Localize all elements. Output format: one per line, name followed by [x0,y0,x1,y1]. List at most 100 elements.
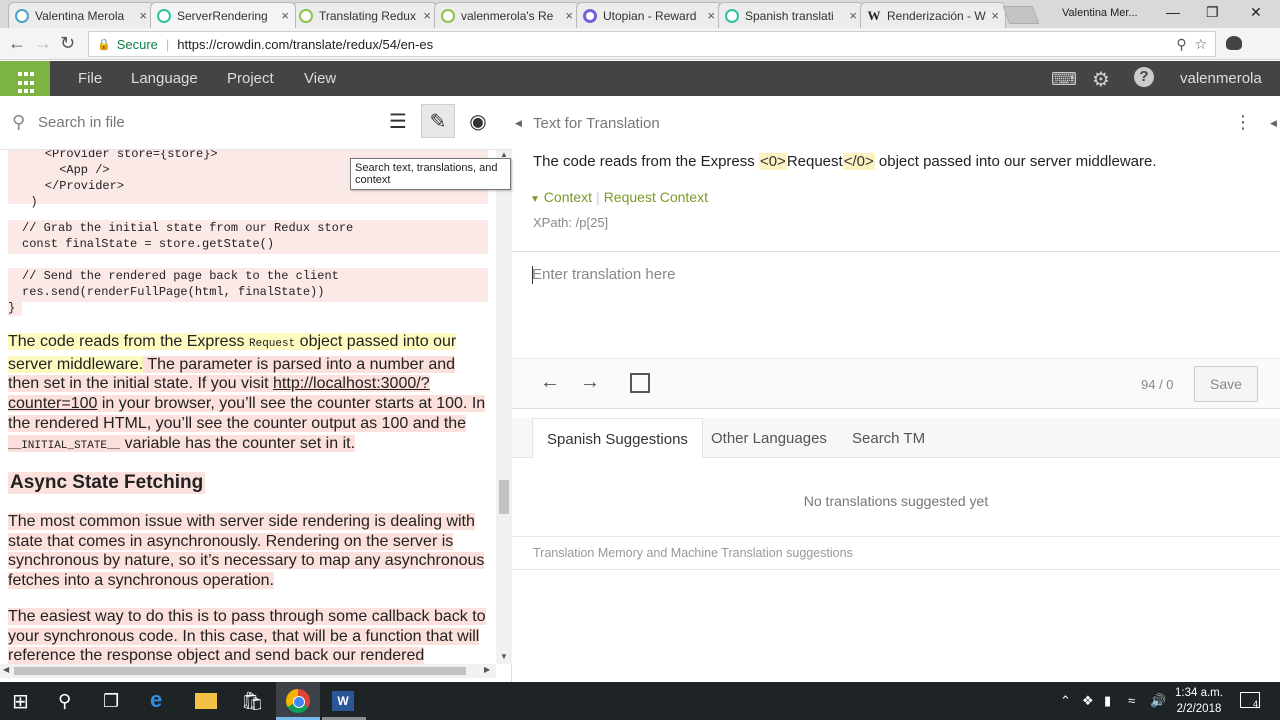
scroll-thumb[interactable] [14,667,466,675]
reload-icon[interactable]: ↻ [60,34,75,52]
keyboard-icon[interactable]: ⌨ [1051,69,1077,90]
zoom-icon[interactable]: ⚲ ☆ [1176,36,1207,53]
task-view-icon[interactable]: ❐ [103,691,119,712]
pane-title: Text for Translation [533,115,660,132]
previous-string-icon[interactable]: ← [540,371,560,394]
close-icon[interactable]: × [423,8,431,23]
minimize-icon[interactable]: — [1166,4,1180,20]
context-row[interactable]: ▼ Context | Request Context [530,189,708,205]
close-icon[interactable]: × [849,8,857,23]
new-tab-button[interactable] [1002,6,1040,24]
scroll-thumb[interactable] [499,480,509,514]
list-view-icon[interactable]: ☰ [381,104,415,138]
file-explorer-icon[interactable] [195,693,217,709]
save-button[interactable]: Save [1194,366,1258,402]
username[interactable]: valenmerola [1180,70,1262,87]
vertical-scrollbar[interactable]: ▲ ▼ [496,150,512,664]
windows-start-icon[interactable]: ⊞ [12,689,29,714]
notification-icon[interactable]: 4 [1240,692,1260,709]
source-paragraph[interactable]: The most common issue with server side r… [8,512,488,591]
source-paragraph[interactable]: The code reads from the Express Request … [8,332,488,456]
forward-icon[interactable]: → [34,34,52,52]
close-icon[interactable]: × [707,8,715,23]
translation-input[interactable] [524,261,1264,351]
source-text-part: The code reads from the Express [533,153,759,170]
tab-search-tm[interactable]: Search TM [838,418,939,458]
close-icon[interactable]: × [565,8,573,23]
collapse-left-icon[interactable]: ◀ [515,118,522,129]
source-pane: ⚲ ☰ ✎ ◉ Search text, translations, and c… [0,96,512,682]
close-icon[interactable]: × [139,8,147,23]
clock-time: 1:34 a.m. [1175,687,1223,699]
help-icon[interactable]: ? [1134,67,1154,87]
context-value: Request Context [603,189,708,205]
browser-tab[interactable]: Valentina Merola × [8,2,154,28]
next-string-icon[interactable]: → [580,371,600,394]
empty-suggestions-message: No translations suggested yet [803,493,989,509]
close-icon[interactable]: × [991,8,999,23]
menu-file[interactable]: File [78,70,102,87]
gear-icon[interactable]: ⚙ [1092,67,1110,92]
search-input[interactable] [38,110,368,134]
close-icon[interactable]: × [281,8,289,23]
browser-tab[interactable]: W Renderización - W × [860,2,1006,28]
browser-tab[interactable]: Spanish translati × [718,2,864,28]
eye-icon[interactable]: ◉ [461,104,495,138]
browser-tab[interactable]: Translating Redux × [292,2,438,28]
crowdin-icon [299,8,313,23]
search-icon[interactable]: ⚲ [58,691,71,712]
profile-name[interactable]: Valentina Mer... [1062,7,1138,19]
apps-grid-icon[interactable] [0,61,50,96]
code-text: // Send the rendered page back to the cl… [22,269,339,299]
menu-view[interactable]: View [304,70,336,87]
scroll-left-icon[interactable]: ◀ [3,665,9,674]
url-field[interactable]: 🔒 Secure | https://crowdin.com/translate… [88,31,1216,57]
untranslated-segment[interactable]: The easiest way to do this is to pass th… [8,608,486,664]
system-clock[interactable]: 1:34 a.m. 2/2/2018 [1170,685,1228,717]
horizontal-scrollbar[interactable]: ◀ ▶ [0,664,496,678]
browser-tab[interactable]: valenmerola's Re × [434,2,580,28]
crowdin-icon [441,8,455,23]
section-heading[interactable]: Async State Fetching [8,472,206,494]
battery-icon[interactable]: ▮ [1104,693,1111,709]
source-paragraph[interactable]: The easiest way to do this is to pass th… [8,607,488,664]
tag-open[interactable]: <0> [758,153,787,170]
volume-icon[interactable]: 🔊 [1150,693,1166,709]
code-block: // Send the rendered page back to the cl… [8,268,488,302]
tm-mt-section-label[interactable]: Translation Memory and Machine Translati… [512,536,1280,570]
store-icon[interactable]: 🛍 [241,691,264,712]
maximize-icon[interactable]: ❐ [1206,4,1219,21]
source-text-part: Request [786,153,843,170]
utopian-icon [583,8,597,23]
pencil-icon[interactable]: ✎ [421,104,455,138]
untranslated-segment[interactable]: The most common issue with server side r… [8,513,485,590]
scroll-right-icon[interactable]: ▶ [484,665,490,674]
browser-tab[interactable]: Utopian - Reward × [576,2,722,28]
browser-tab-active[interactable]: ServerRendering × [150,2,296,28]
context-label[interactable]: Context [544,189,592,205]
dropbox-icon[interactable]: ❖ [1082,693,1094,709]
collapse-right-icon[interactable]: ◀ [1270,118,1277,129]
url-text[interactable]: https://crowdin.com/translate/redux/54/e… [177,37,433,52]
window-close-icon[interactable]: ✕ [1250,4,1262,21]
inline-code: Request [249,338,296,350]
chrome-icon[interactable] [286,689,310,713]
secure-label: Secure [116,36,158,52]
tab-spanish-suggestions[interactable]: Spanish Suggestions [532,418,703,458]
tooltip: Search text, translations, and context [350,158,511,190]
tab-other-languages[interactable]: Other Languages [697,418,841,458]
tray-expand-icon[interactable]: ⌃ [1060,693,1071,709]
back-icon[interactable]: ← [8,34,26,52]
extension-icon[interactable] [1226,36,1242,50]
menu-language[interactable]: Language [131,70,198,87]
menu-project[interactable]: Project [227,70,274,87]
code-text: // Grab the initial state from our Redux… [22,221,354,251]
word-icon[interactable]: W [332,691,354,711]
more-options-icon[interactable]: ⋮ [1234,112,1252,133]
edge-icon[interactable]: e [150,687,162,713]
copy-source-icon[interactable] [630,373,650,393]
wifi-icon[interactable]: ≈ [1128,693,1135,708]
tag-close[interactable]: </0> [842,153,875,170]
text-caret [532,266,533,284]
scroll-down-icon[interactable]: ▼ [500,652,508,661]
